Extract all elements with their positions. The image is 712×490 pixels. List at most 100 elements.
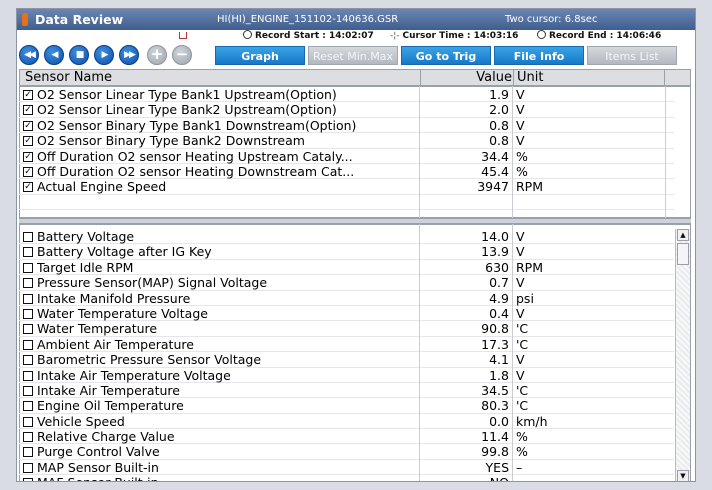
zoom-out-button[interactable]: − bbox=[172, 45, 192, 65]
checkbox-unchecked[interactable] bbox=[23, 232, 33, 242]
table-row[interactable]: MAF Sensor Built-inNO – bbox=[19, 475, 674, 481]
scroll-up-icon[interactable]: ▲ bbox=[677, 229, 689, 241]
column-header-sensor-name[interactable]: Sensor Name bbox=[25, 70, 112, 85]
checkbox-unchecked[interactable] bbox=[23, 416, 33, 427]
checkbox-unchecked[interactable] bbox=[23, 401, 33, 412]
checkbox-unchecked[interactable] bbox=[23, 278, 33, 289]
table-row[interactable]: Target Idle RPM 630 RPM bbox=[19, 259, 674, 276]
checkbox-unchecked[interactable] bbox=[23, 308, 33, 319]
record-end: Record End : 14:06:46 bbox=[537, 30, 661, 43]
checkbox-checked[interactable]: ✓ bbox=[23, 151, 33, 162]
table-row[interactable]: ✓ O2 Sensor Linear Type Bank1 Upstream(Op… bbox=[19, 87, 674, 103]
table-row[interactable]: ✓ Off Duration O2 sensor Heating Upstream… bbox=[19, 149, 674, 164]
checkbox-unchecked[interactable] bbox=[23, 324, 33, 335]
sensor-value: 630 bbox=[485, 259, 509, 275]
table-row[interactable]: Relative Charge Value 11.4% bbox=[19, 429, 674, 445]
zoom-in-button[interactable]: + bbox=[147, 45, 167, 65]
file-name: HI(HI)_ENGINE_151102-140636.GSR bbox=[217, 14, 399, 25]
table-row[interactable]: Pressure Sensor(MAP) Signal Voltage 0.7 V bbox=[19, 275, 674, 291]
table-row[interactable]: Intake Air Temperature 34.5 'C bbox=[19, 383, 674, 399]
column-divider bbox=[419, 86, 420, 218]
table-row[interactable]: Ambient Air Temperature 17.3 'C bbox=[19, 337, 674, 353]
file-info-button[interactable]: File Info bbox=[494, 46, 584, 65]
table-row[interactable]: ✓ Actual Engine Speed 3947 RPM bbox=[19, 179, 674, 195]
checkbox-checked[interactable]: ✓ bbox=[23, 105, 33, 116]
stop-button[interactable]: ■ bbox=[69, 45, 89, 65]
sensor-name: Purge Control Valve bbox=[37, 444, 160, 460]
cursor-mode-label: Two cursor: 6.8sec bbox=[505, 14, 598, 25]
checkbox-unchecked[interactable] bbox=[23, 370, 33, 381]
table-row[interactable]: Water Temperature Voltage 0.4 V bbox=[19, 305, 674, 322]
checkbox-checked[interactable]: ✓ bbox=[23, 182, 33, 193]
table-row[interactable]: ✓ O2 Sensor Binary Type Bank2 Downstream 0… bbox=[19, 133, 674, 149]
sensor-unit: % bbox=[516, 444, 528, 460]
sensor-unit: % bbox=[516, 429, 528, 445]
checkbox-unchecked[interactable] bbox=[23, 355, 33, 366]
checkbox-checked[interactable]: ✓ bbox=[23, 166, 33, 177]
checkbox-unchecked[interactable] bbox=[23, 447, 33, 458]
vertical-scrollbar[interactable]: ▲ ▼ bbox=[675, 229, 690, 481]
sensor-name: MAP Sensor Built-in bbox=[37, 459, 159, 475]
sensor-name: Target Idle RPM bbox=[37, 259, 134, 275]
go-to-trig-button[interactable]: Go to Trig bbox=[401, 46, 491, 65]
sensor-value: 4.1 bbox=[489, 352, 509, 368]
column-header-unit[interactable]: Unit bbox=[513, 70, 665, 85]
scroll-thumb[interactable] bbox=[677, 243, 689, 265]
sensor-value: 2.0 bbox=[489, 102, 509, 118]
sensor-name: Water Temperature bbox=[37, 321, 158, 337]
sensor-value: 0.7 bbox=[489, 275, 509, 291]
trigger-flag-icon bbox=[179, 32, 187, 39]
checkbox-checked[interactable]: ✓ bbox=[23, 120, 33, 131]
table-row[interactable]: Intake Air Temperature Voltage 1.8 V bbox=[19, 368, 674, 383]
sensor-value: 13.9 bbox=[481, 244, 509, 260]
table-row[interactable]: Water Temperature 90.8 'C bbox=[19, 321, 674, 337]
checkbox-unchecked[interactable] bbox=[23, 339, 33, 350]
scroll-down-icon[interactable]: ▼ bbox=[677, 470, 689, 481]
table-row[interactable]: Intake Manifold Pressure 4.9 psi bbox=[19, 291, 674, 306]
sensor-value: 1.9 bbox=[489, 87, 509, 102]
table-row[interactable]: Battery Voltage after IG Key 13.9 V bbox=[19, 244, 674, 260]
sensor-value: 45.4 bbox=[481, 163, 509, 179]
graph-button[interactable]: Graph bbox=[215, 46, 305, 65]
clock-icon bbox=[537, 30, 546, 39]
fast-forward-button[interactable]: ▶▶ bbox=[119, 45, 139, 65]
table-row[interactable]: Barometric Pressure Sensor Voltage 4.1 V bbox=[19, 352, 674, 368]
table-row[interactable]: ✓ O2 Sensor Binary Type Bank1 Downstream(… bbox=[19, 117, 674, 134]
checkbox-checked[interactable]: ✓ bbox=[23, 90, 33, 100]
selected-sensor-list: ✓ O2 Sensor Linear Type Bank1 Upstream(Op… bbox=[19, 87, 674, 211]
checkbox-unchecked[interactable] bbox=[23, 247, 33, 258]
table-row[interactable]: Vehicle Speed 0.0 km/h bbox=[19, 414, 674, 430]
table-row[interactable]: ✓ Off Duration O2 sensor Heating Downstre… bbox=[19, 163, 674, 180]
sensor-value: 99.8 bbox=[481, 444, 509, 460]
checkbox-unchecked[interactable] bbox=[23, 293, 33, 304]
items-list-button[interactable]: Items List bbox=[587, 46, 677, 65]
sensor-unit: V bbox=[516, 305, 525, 321]
table-row[interactable]: Battery Voltage 14.0 V bbox=[19, 229, 674, 245]
data-review-window: Data Review HI(HI)_ENGINE_151102-140636.… bbox=[16, 8, 696, 482]
reset-minmax-button[interactable]: Reset Min.Max bbox=[308, 46, 398, 65]
checkbox-checked[interactable]: ✓ bbox=[23, 136, 33, 147]
column-header-value[interactable]: Value bbox=[420, 70, 512, 85]
checkbox-unchecked[interactable] bbox=[23, 478, 33, 481]
checkbox-unchecked[interactable] bbox=[23, 385, 33, 396]
sensor-name: Intake Manifold Pressure bbox=[37, 290, 191, 306]
table-row[interactable]: Engine Oil Temperature 80.3 'C bbox=[19, 398, 674, 414]
checkbox-unchecked[interactable] bbox=[23, 262, 33, 273]
sensor-unit: V bbox=[516, 117, 525, 133]
checkbox-unchecked[interactable] bbox=[23, 432, 33, 443]
sensor-name: Actual Engine Speed bbox=[37, 179, 167, 195]
sensor-value: 90.8 bbox=[481, 321, 509, 337]
crosshair-icon: -¦- bbox=[390, 31, 400, 41]
app-icon bbox=[22, 13, 28, 26]
sensor-unit: V bbox=[516, 244, 525, 260]
sensor-unit: V bbox=[516, 133, 525, 149]
sensor-value: 34.4 bbox=[481, 148, 509, 164]
toolbar: ◀◀ ◀ ■ ▶ ▶▶ + − Graph Reset Min.Max Go to Trig… bbox=[17, 44, 695, 66]
table-row[interactable]: MAP Sensor Built-in YES – bbox=[19, 459, 674, 476]
step-back-button[interactable]: ◀ bbox=[44, 45, 64, 65]
checkbox-unchecked[interactable] bbox=[23, 462, 33, 473]
play-button[interactable]: ▶ bbox=[94, 45, 114, 65]
table-row[interactable]: ✓ O2 Sensor Linear Type Bank2 Upstream(Op… bbox=[19, 102, 674, 118]
rewind-fast-button[interactable]: ◀◀ bbox=[19, 45, 39, 65]
table-row[interactable]: Purge Control Valve 99.8% bbox=[19, 444, 674, 460]
